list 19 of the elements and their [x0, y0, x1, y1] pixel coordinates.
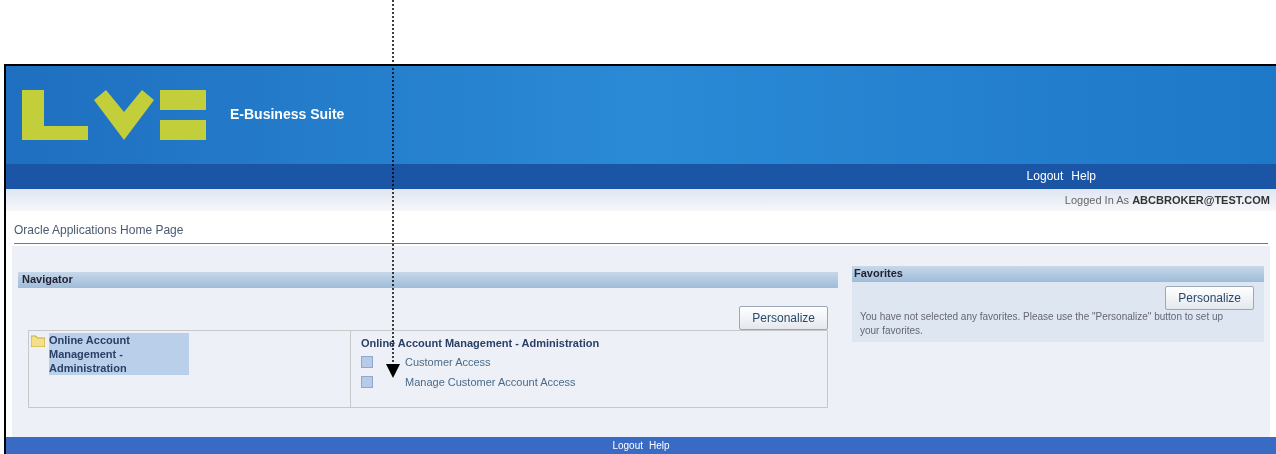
panel-title: Favorites	[854, 266, 903, 282]
global-link[interactable]: Logout	[1026, 167, 1064, 186]
panel-title: Navigator	[22, 272, 73, 288]
function-icon	[361, 375, 373, 388]
favorites-message: You have not selected any favorites. Please use the "Personalize" button to set up your favorites.	[859, 309, 1225, 338]
footer-link[interactable]: Help	[649, 438, 670, 454]
function-link[interactable]: Manage Customer Account Access	[405, 373, 576, 391]
section-title: Online Account Management - Administration	[361, 335, 601, 351]
product-name: E-Business Suite	[230, 105, 345, 125]
footer-link[interactable]: Logout	[612, 438, 643, 454]
personalize-button[interactable]: Personalize	[739, 305, 828, 330]
folder-icon	[31, 334, 45, 347]
logged-in-text: Logged In As ABCBROKER@TEST.COM	[1064, 192, 1270, 208]
page-title: Oracle Applications Home Page	[14, 222, 184, 237]
responsibility-link[interactable]: Online Account Management - Administration	[49, 332, 189, 375]
personalize-button[interactable]: Personalize	[1165, 285, 1254, 310]
global-link[interactable]: Help	[1071, 167, 1096, 186]
function-link[interactable]: Customer Access	[405, 354, 491, 371]
function-icon	[361, 356, 373, 369]
